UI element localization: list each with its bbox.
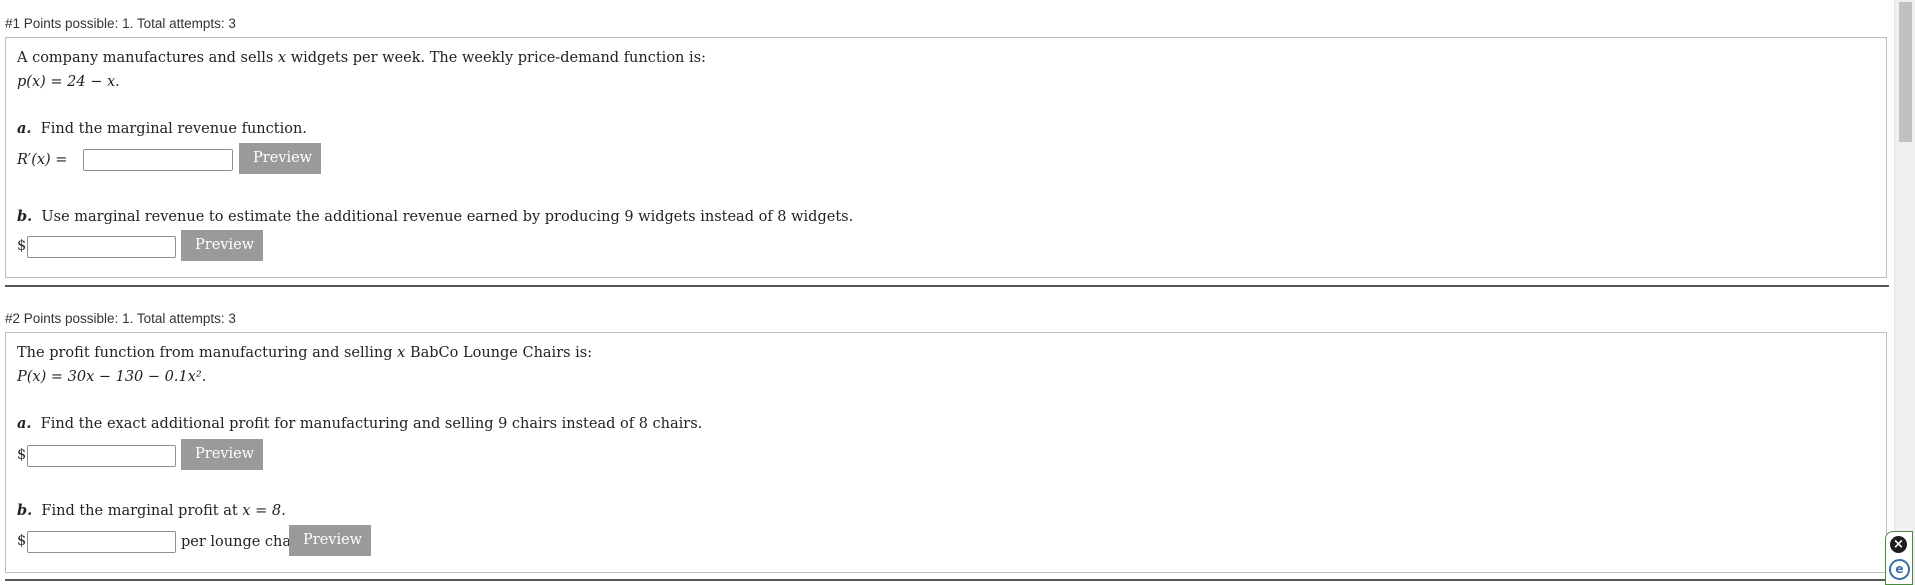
question-1-part-a-preview-button[interactable]: Preview [239,143,321,174]
question-1-part-a-text: a. Find the marginal revenue function. [17,120,307,137]
question-2-part-b-preview-button[interactable]: Preview [289,525,371,556]
question-2-header: #2 Points possible: 1. Total attempts: 3 [5,311,236,326]
question-2-box: The profit function from manufacturing a… [5,332,1887,573]
question-2-part-a-preview-button[interactable]: Preview [181,439,263,470]
question-1-part-b-input[interactable] [27,236,176,258]
question-2-part-a-dollar: $ [17,447,27,463]
e-icon[interactable]: e [1889,559,1910,580]
close-icon[interactable]: × [1890,536,1907,553]
question-1-function: p(x) = 24 − x. [17,74,120,90]
question-separator-bottom [5,579,1889,581]
question-separator [5,285,1889,287]
question-2-part-b-dollar: $ [17,533,27,549]
vertical-scrollbar[interactable] [1894,0,1915,585]
question-1-box: A company manufactures and sells x widge… [5,37,1887,278]
question-1-part-b-dollar: $ [17,238,27,254]
question-2-function: P(x) = 30x − 130 − 0.1x². [17,369,207,385]
assessment-page: #1 Points possible: 1. Total attempts: 3… [0,0,1895,585]
question-1-part-a-label: R′(x) = [17,152,68,168]
question-1-header: #1 Points possible: 1. Total attempts: 3 [5,16,236,31]
side-widget: × e [1885,531,1913,585]
question-2-part-a-input[interactable] [27,445,176,467]
question-2-part-a-text: a. Find the exact additional profit for … [17,415,703,432]
question-1-part-a-input[interactable] [83,149,233,171]
question-2-part-b-unit: per lounge chair [181,534,303,550]
question-2-intro: The profit function from manufacturing a… [17,345,593,361]
question-1-part-b-preview-button[interactable]: Preview [181,230,263,261]
question-1-part-b-text: b. Use marginal revenue to estimate the … [17,208,854,225]
question-2-part-b-text: b. Find the marginal profit at x = 8. [17,502,286,519]
question-1-intro: A company manufactures and sells x widge… [17,50,706,66]
scrollbar-thumb[interactable] [1899,2,1912,142]
question-2-part-b-input[interactable] [27,531,176,553]
